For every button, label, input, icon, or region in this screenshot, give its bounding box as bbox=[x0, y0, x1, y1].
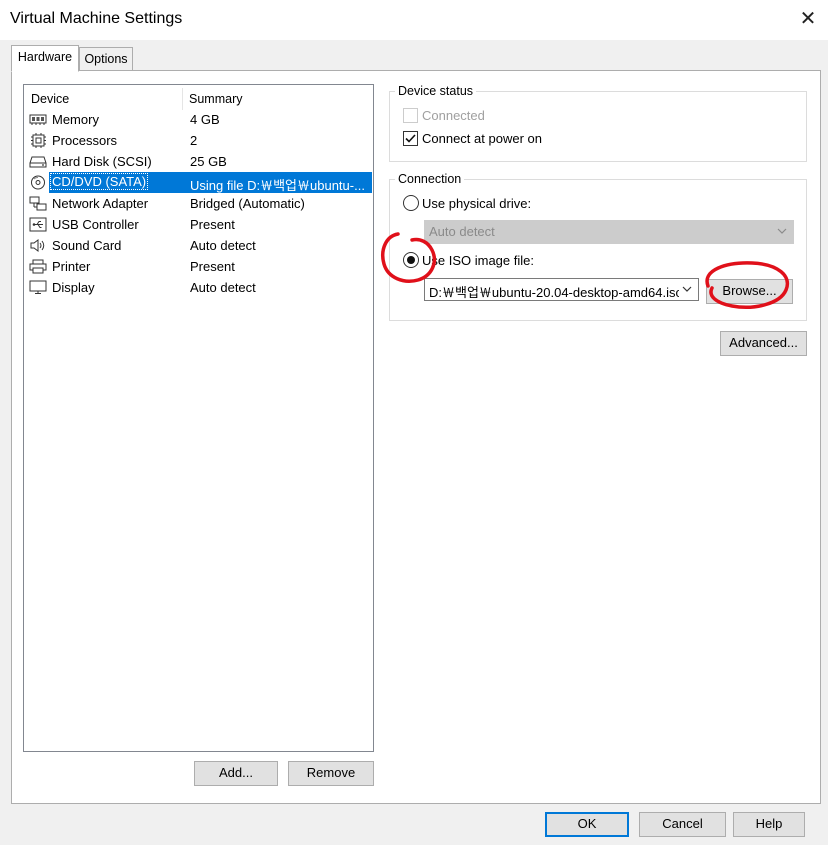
advanced-button[interactable]: Advanced... bbox=[720, 331, 807, 356]
connected-label: Connected bbox=[422, 108, 485, 123]
iso-image-radio[interactable] bbox=[403, 252, 419, 268]
device-summary: Present bbox=[190, 259, 235, 274]
iso-path-combo[interactable]: D:￦백업￦ubuntu-20.04-desktop-amd64.iso bbox=[424, 278, 699, 301]
device-name: USB Controller bbox=[52, 217, 139, 232]
device-summary: 25 GB bbox=[190, 154, 227, 169]
device-summary: Present bbox=[190, 217, 235, 232]
close-icon[interactable]: ✕ bbox=[793, 5, 823, 33]
network-adapter-icon bbox=[29, 196, 47, 211]
device-name: CD/DVD (SATA) bbox=[50, 173, 149, 190]
device-name: Network Adapter bbox=[52, 196, 149, 211]
device-summary: Bridged (Automatic) bbox=[190, 196, 305, 211]
physical-drive-label: Use physical drive: bbox=[422, 196, 532, 211]
physical-drive-select[interactable]: Auto detect bbox=[424, 220, 794, 244]
iso-image-label: Use ISO image file: bbox=[422, 253, 534, 268]
physical-drive-value: Auto detect bbox=[429, 224, 495, 239]
device-summary: 4 GB bbox=[190, 112, 220, 127]
cancel-button[interactable]: Cancel bbox=[639, 812, 726, 837]
device-name: Memory bbox=[52, 112, 99, 127]
connection-label: Connection bbox=[395, 172, 465, 186]
device-name: Sound Card bbox=[52, 238, 122, 253]
device-summary: Auto detect bbox=[190, 280, 256, 295]
column-header-summary[interactable]: Summary bbox=[189, 92, 242, 106]
connect-at-power-on-checkbox[interactable] bbox=[403, 131, 418, 146]
connected-checkbox[interactable] bbox=[403, 108, 418, 123]
help-button[interactable]: Help bbox=[733, 812, 805, 837]
physical-drive-radio[interactable] bbox=[403, 195, 419, 211]
hard-disk-icon bbox=[29, 154, 47, 169]
device-name: Printer bbox=[52, 259, 91, 274]
monitor-icon bbox=[29, 280, 47, 295]
add-button[interactable]: Add... bbox=[194, 761, 278, 786]
device-name: Hard Disk (SCSI) bbox=[52, 154, 152, 169]
remove-button[interactable]: Remove bbox=[288, 761, 374, 786]
device-list[interactable]: Device Summary Memory 4 GB Processors 2 … bbox=[23, 84, 374, 752]
device-row-display[interactable]: Display Auto detect bbox=[25, 277, 372, 298]
device-row-memory[interactable]: Memory 4 GB bbox=[25, 109, 372, 130]
browse-button[interactable]: Browse... bbox=[706, 279, 793, 304]
cd-dvd-icon bbox=[29, 175, 47, 190]
device-row-processors[interactable]: Processors 2 bbox=[25, 130, 372, 151]
device-status-group bbox=[389, 91, 807, 162]
checkmark-icon bbox=[405, 134, 416, 143]
chevron-down-icon bbox=[776, 223, 788, 242]
device-row-cd-dvd[interactable]: CD/DVD (SATA) Using file D:￦백업￦ubuntu-..… bbox=[25, 172, 372, 193]
device-row-network-adapter[interactable]: Network Adapter Bridged (Automatic) bbox=[25, 193, 372, 214]
iso-path-value: D:￦백업￦ubuntu-20.04-desktop-amd64.iso bbox=[429, 285, 679, 300]
device-row-sound-card[interactable]: Sound Card Auto detect bbox=[25, 235, 372, 256]
chevron-down-icon[interactable] bbox=[681, 281, 693, 300]
device-name: Display bbox=[52, 280, 95, 295]
radio-selected-dot bbox=[407, 256, 415, 264]
device-row-usb-controller[interactable]: USB Controller Present bbox=[25, 214, 372, 235]
device-summary: 2 bbox=[190, 133, 198, 148]
column-header-device[interactable]: Device bbox=[31, 92, 69, 106]
connect-at-power-on-label: Connect at power on bbox=[422, 131, 542, 146]
device-summary: Auto detect bbox=[190, 238, 256, 253]
printer-icon bbox=[29, 259, 47, 274]
tab-options[interactable]: Options bbox=[79, 47, 133, 70]
memory-icon bbox=[29, 112, 47, 127]
device-row-printer[interactable]: Printer Present bbox=[25, 256, 372, 277]
device-summary: Using file D:￦백업￦ubuntu-... bbox=[190, 178, 365, 193]
device-status-label: Device status bbox=[395, 84, 477, 98]
processor-icon bbox=[29, 133, 47, 148]
ok-button[interactable]: OK bbox=[545, 812, 629, 837]
column-separator bbox=[182, 88, 183, 110]
speaker-icon bbox=[29, 238, 47, 253]
device-name: Processors bbox=[52, 133, 118, 148]
window-title: Virtual Machine Settings bbox=[10, 10, 183, 27]
device-row-hard-disk[interactable]: Hard Disk (SCSI) 25 GB bbox=[25, 151, 372, 172]
tab-hardware[interactable]: Hardware bbox=[11, 45, 79, 72]
usb-icon bbox=[29, 217, 47, 232]
